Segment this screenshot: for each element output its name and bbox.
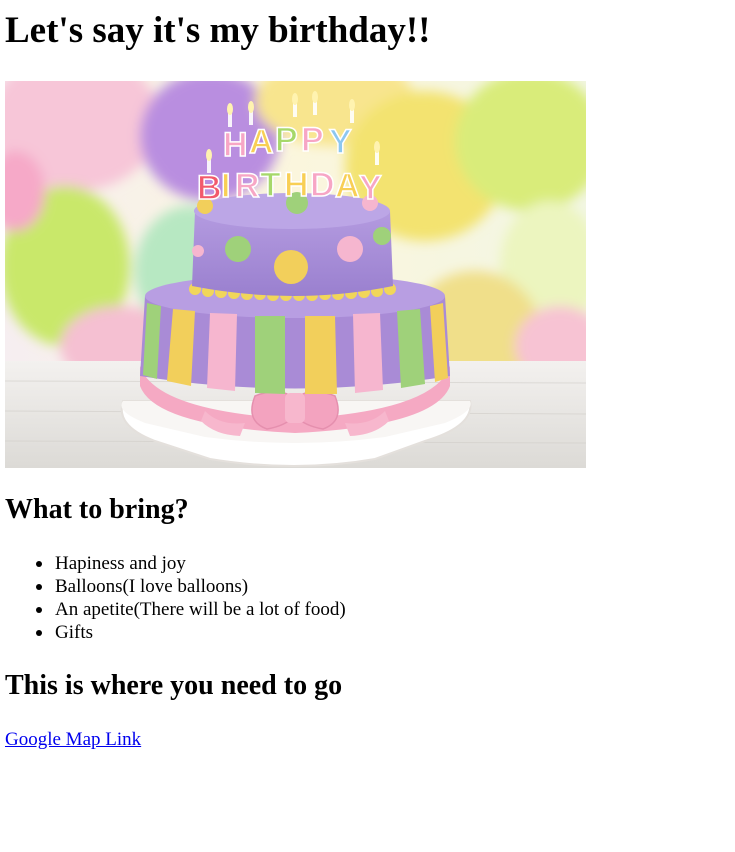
bullet-icon: [36, 607, 42, 613]
svg-text:P: P: [275, 121, 298, 159]
bullet-icon: [36, 561, 42, 567]
bring-heading: What to bring?: [5, 494, 189, 525]
list-item-label: Hapiness and joy: [55, 553, 186, 574]
bullet-icon: [36, 630, 42, 636]
list-item-label: Balloons(I love balloons): [55, 576, 249, 597]
svg-text:A: A: [249, 123, 274, 161]
svg-text:P: P: [301, 121, 324, 159]
birthday-cake-image: H A P P Y B I R T H D A Y: [5, 81, 586, 468]
page: Let's say it's my birthday!! H A P P Y B…: [0, 0, 735, 852]
page-title: Let's say it's my birthday!!: [5, 10, 431, 51]
svg-text:B: B: [197, 169, 222, 207]
bring-list: Hapiness and joy Balloons(I love balloon…: [0, 552, 346, 644]
list-item: An apetite(There will be a lot of food): [36, 598, 346, 621]
list-item: Hapiness and joy: [36, 552, 346, 575]
svg-text:Y: Y: [359, 169, 382, 207]
svg-text:A: A: [335, 167, 360, 205]
svg-text:T: T: [260, 166, 281, 204]
svg-text:H: H: [223, 126, 248, 164]
list-item-label: An apetite(There will be a lot of food): [55, 599, 346, 620]
location-heading: This is where you need to go: [5, 670, 343, 701]
svg-text:D: D: [310, 166, 335, 204]
bullet-icon: [36, 584, 42, 590]
svg-text:Y: Y: [329, 123, 352, 161]
svg-text:H: H: [284, 166, 309, 204]
svg-text:I: I: [221, 167, 230, 205]
list-item-label: Gifts: [55, 622, 93, 643]
list-item: Balloons(I love balloons): [36, 575, 346, 598]
cake-top-tier: [192, 192, 393, 296]
google-map-link[interactable]: Google Map Link: [5, 728, 141, 751]
svg-text:R: R: [235, 167, 260, 205]
list-item: Gifts: [36, 621, 346, 644]
